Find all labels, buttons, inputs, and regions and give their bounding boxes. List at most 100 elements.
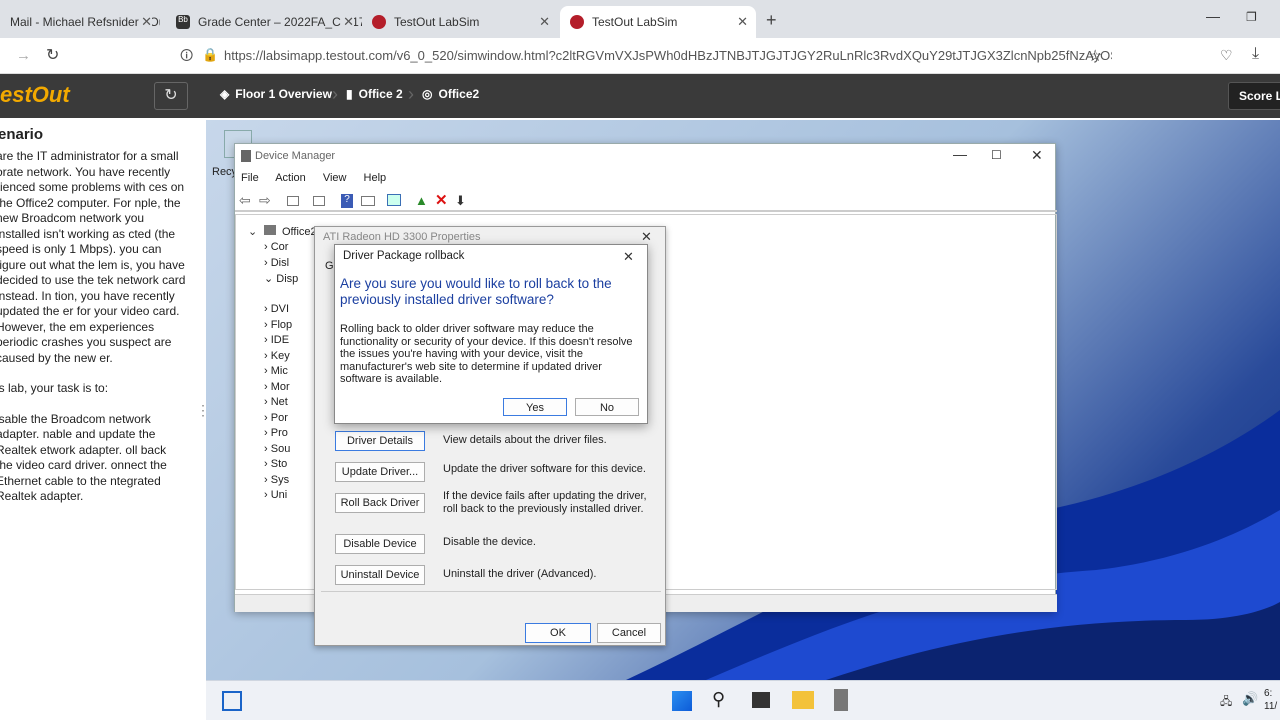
menu-help[interactable]: Help (364, 172, 387, 184)
computer-icon: ◎ (422, 87, 433, 101)
pocket-icon[interactable]: ♡ (1220, 47, 1233, 64)
dialog-title: Driver Package rollback (343, 250, 465, 262)
search-icon[interactable]: ⚲ (712, 689, 725, 710)
time: 6: (1264, 688, 1273, 699)
reload-icon[interactable]: ↻ (46, 45, 59, 65)
roll-back-driver-desc: If the device fails after updating the d… (443, 490, 647, 515)
browser-tab-bar: Mail - Michael Refsnider - Outlo ✕ Bb Gr… (0, 0, 1280, 38)
network-icon[interactable]: 🖧 (1220, 693, 1232, 712)
ok-button[interactable]: OK (525, 623, 591, 643)
tree-item[interactable]: › Sto (264, 458, 298, 474)
breadcrumb-separator: › (332, 84, 338, 104)
uninstall-icon[interactable]: ✕ (435, 191, 448, 209)
testout-icon (372, 15, 386, 29)
no-button[interactable]: No (575, 398, 639, 416)
file-explorer-icon[interactable] (792, 691, 814, 709)
cancel-button[interactable]: Cancel (597, 623, 661, 643)
back-icon[interactable]: ⇦ (239, 192, 251, 209)
menu-action[interactable]: Action (275, 172, 306, 184)
start-icon[interactable] (672, 691, 692, 711)
panel-resize-handle[interactable]: ⋮ (196, 403, 210, 430)
uninstall-device-button[interactable]: Uninstall Device (335, 565, 425, 585)
favorite-star-icon[interactable]: ☆ (1088, 46, 1102, 66)
disable-device-button[interactable]: Disable Device (335, 534, 425, 554)
tree-item[interactable]: › Mor (264, 381, 298, 397)
scan-hardware-icon[interactable] (387, 194, 401, 206)
update-driver-icon[interactable] (361, 196, 375, 206)
clock[interactable]: 6: 11/ (1264, 687, 1277, 713)
device-manager-taskbar-icon[interactable] (834, 689, 848, 711)
crumb-office-2[interactable]: ▮ Office 2 (346, 87, 403, 101)
menu-file[interactable]: File (241, 172, 259, 184)
tree-item-child[interactable] (264, 288, 298, 304)
add-driver-icon[interactable]: ▲ (415, 193, 428, 208)
show-hide-icon[interactable] (287, 196, 299, 206)
terminal-icon[interactable] (752, 692, 770, 708)
volume-icon[interactable]: 🔊 (1242, 691, 1258, 707)
crumb-office2-pc[interactable]: ◎ Office2 (422, 87, 479, 101)
tree-item[interactable]: › Cor (264, 241, 298, 257)
url-field[interactable]: 🛈 🔒 https://labsimapp.testout.com/v6_0_5… (172, 44, 1112, 68)
menu-view[interactable]: View (323, 172, 347, 184)
tree-root[interactable]: Office2 (282, 226, 317, 238)
tree-item[interactable]: › Por (264, 412, 298, 428)
tree-item[interactable]: › Mic (264, 365, 298, 381)
score-lab-button[interactable]: Score La (1228, 82, 1280, 110)
minimize-window-button[interactable]: — (1206, 8, 1220, 24)
roll-back-driver-button[interactable]: Roll Back Driver (335, 493, 425, 513)
address-bar-row: → ↻ 🛈 🔒 https://labsimapp.testout.com/v6… (0, 38, 1280, 74)
update-driver-desc: Update the driver software for this devi… (443, 463, 646, 475)
update-driver-button[interactable]: Update Driver... (335, 462, 425, 482)
tree-item[interactable]: › Sys (264, 474, 298, 490)
scenario-panel: enario are the IT administrator for a sm… (0, 118, 206, 720)
crumb-label: Office 2 (358, 87, 403, 101)
tab-title: Mail - Michael Refsnider - Outlo (10, 15, 160, 29)
divider (321, 591, 661, 592)
forward-icon[interactable]: → (16, 47, 31, 64)
close-button[interactable]: ✕ (1031, 147, 1043, 164)
help-icon[interactable]: ? (341, 194, 353, 208)
download-icon[interactable]: ⤓ (1252, 45, 1259, 63)
disable-device-icon[interactable]: ⬇ (455, 193, 466, 209)
tree-item[interactable]: › Disl (264, 257, 298, 273)
new-tab-button[interactable]: + (766, 10, 777, 31)
minimize-button[interactable]: — (953, 146, 967, 162)
tree-item[interactable]: › Pro (264, 427, 298, 443)
maximize-button[interactable]: ☐ (991, 148, 1002, 162)
scenario-heading: enario (0, 126, 44, 143)
refresh-lab-button[interactable]: ↻ (154, 82, 188, 110)
widgets-icon[interactable] (222, 691, 242, 711)
disable-device-desc: Disable the device. (443, 536, 536, 548)
expand-icon[interactable]: ⌄ (248, 225, 257, 238)
tree-item[interactable]: › Sou (264, 443, 298, 459)
tree-item[interactable]: ⌄ Disp (264, 272, 298, 288)
tree-item[interactable]: › Uni (264, 489, 298, 505)
close-icon[interactable]: ✕ (539, 14, 550, 30)
close-icon[interactable]: ✕ (341, 14, 354, 30)
tab-title: TestOut LabSim (394, 15, 480, 29)
tab-grade-center[interactable]: Bb Grade Center – 2022FA_CIS170E ✕ (166, 6, 362, 38)
tree-item[interactable]: › Flop (264, 319, 298, 335)
task-intro: is lab, your task is to: (0, 381, 109, 395)
crumb-floor-overview[interactable]: ◈ Floor 1 Overview (220, 87, 332, 101)
tab-mail[interactable]: Mail - Michael Refsnider - Outlo ✕ (0, 6, 160, 38)
yes-button[interactable]: Yes (503, 398, 567, 416)
driver-rollback-dialog: Driver Package rollback ✕ Are you sure y… (334, 244, 648, 424)
scenario-paragraph: are the IT administrator for a small ora… (0, 149, 186, 365)
restore-window-button[interactable]: ❐ (1246, 10, 1257, 24)
tree-item[interactable]: › IDE (264, 334, 298, 350)
tree-item[interactable]: › Key (264, 350, 298, 366)
tab-labsim[interactable]: TestOut LabSim ✕ (362, 6, 558, 38)
close-icon[interactable]: ✕ (139, 14, 152, 30)
forward-icon[interactable]: ⇨ (259, 192, 271, 209)
driver-details-button[interactable]: Driver Details (335, 431, 425, 451)
close-icon[interactable]: ✕ (737, 14, 748, 30)
tab-labsim-active[interactable]: TestOut LabSim ✕ (560, 6, 756, 38)
close-button[interactable]: ✕ (623, 249, 634, 265)
tree-item[interactable]: › DVI (264, 303, 298, 319)
tree-item[interactable]: › Net (264, 396, 298, 412)
close-button[interactable]: ✕ (641, 229, 652, 245)
url-path: /v6_0_520/simwindow.html?c2ltRGVmVXJsPWh… (393, 48, 1112, 63)
properties-icon[interactable] (313, 196, 325, 206)
padlock-icon: 🔒 (202, 47, 219, 62)
